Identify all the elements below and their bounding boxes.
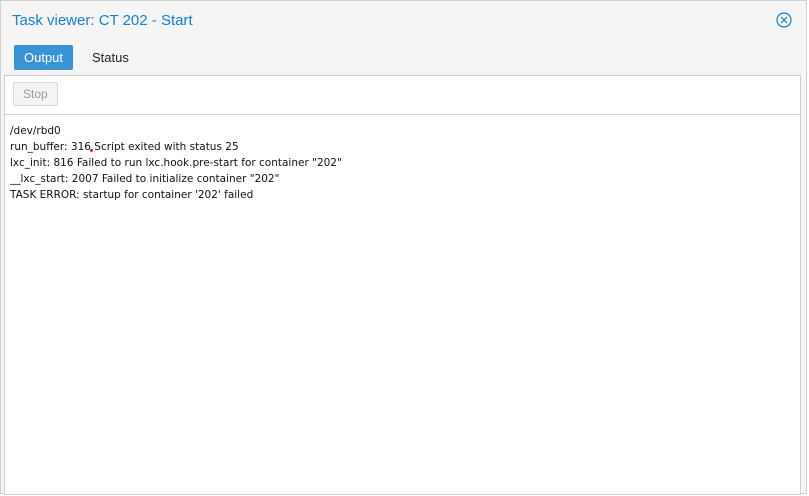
- task-viewer-window: Task viewer: CT 202 - Start Output Statu…: [0, 0, 807, 495]
- stop-button[interactable]: Stop: [13, 82, 58, 106]
- toolbar: Stop: [5, 76, 800, 115]
- output-panel: Stop /dev/rbd0 run_buffer: 316 Script ex…: [4, 75, 801, 495]
- tab-status[interactable]: Status: [82, 45, 139, 70]
- cursor-dot: [90, 149, 93, 152]
- log-line: __lxc_start: 2007 Failed to initialize c…: [10, 173, 280, 185]
- log-line: run_buffer: 316 Script exited with statu…: [10, 141, 239, 153]
- log-line: lxc_init: 816 Failed to run lxc.hook.pre…: [10, 157, 342, 169]
- log-line: /dev/rbd0: [10, 125, 61, 137]
- tab-bar: Output Status: [1, 41, 806, 75]
- log-output: /dev/rbd0 run_buffer: 316 Script exited …: [5, 115, 800, 211]
- log-line: TASK ERROR: startup for container '202' …: [10, 189, 254, 201]
- window-title: Task viewer: CT 202 - Start: [12, 12, 193, 29]
- close-icon[interactable]: [776, 12, 792, 28]
- tab-output[interactable]: Output: [14, 45, 74, 70]
- title-bar: Task viewer: CT 202 - Start: [1, 1, 806, 41]
